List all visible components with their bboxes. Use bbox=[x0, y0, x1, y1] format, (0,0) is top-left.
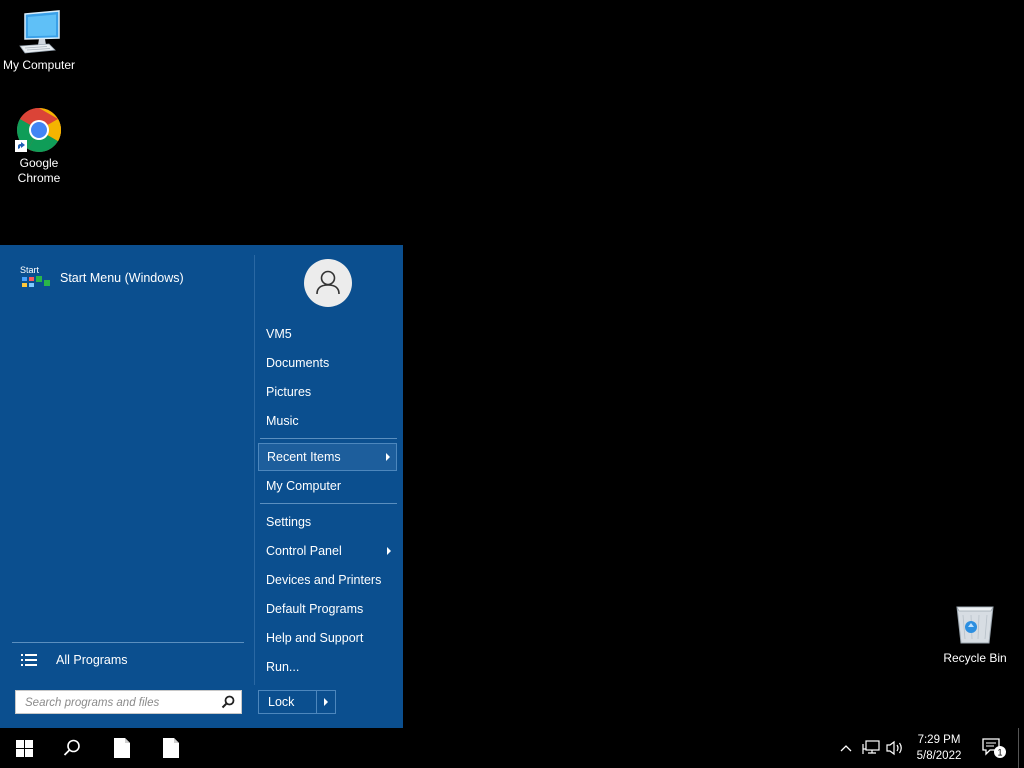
menu-item-run[interactable]: Run... bbox=[258, 654, 397, 680]
user-avatar[interactable] bbox=[304, 259, 352, 307]
show-hidden-icons-button[interactable] bbox=[836, 728, 856, 768]
menu-item-label: Pictures bbox=[266, 385, 312, 399]
windows-start-icon bbox=[15, 739, 33, 757]
taskbar: 7:29 PM 5/8/2022 1 bbox=[0, 728, 1024, 768]
start-menu: Start Start Menu (Windows) All Programs … bbox=[0, 245, 403, 728]
action-center-button[interactable]: 1 bbox=[978, 728, 1010, 768]
desktop-icon-my-computer[interactable]: My Computer bbox=[0, 8, 78, 73]
menu-item-help-and-support[interactable]: Help and Support bbox=[258, 625, 397, 651]
divider bbox=[12, 642, 244, 643]
recycle-bin-icon bbox=[951, 601, 999, 649]
menu-item-label: Run... bbox=[266, 660, 300, 674]
lock-button-label: Lock bbox=[268, 695, 295, 709]
pinned-item-label: Start Menu (Windows) bbox=[60, 271, 184, 285]
pinned-item-start-menu-windows[interactable]: Start Start Menu (Windows) bbox=[12, 261, 244, 295]
network-icon bbox=[862, 740, 880, 754]
menu-item-pictures[interactable]: Pictures bbox=[258, 379, 397, 405]
svg-text:Start: Start bbox=[20, 265, 40, 275]
menu-item-label: Settings bbox=[266, 515, 312, 529]
divider bbox=[260, 503, 397, 504]
computer-icon bbox=[15, 8, 63, 56]
notification-count: 1 bbox=[997, 748, 1002, 758]
submenu-arrow-icon bbox=[387, 547, 391, 555]
submenu-arrow-icon bbox=[386, 453, 390, 461]
desktop-icon-label: Chrome bbox=[17, 171, 61, 185]
clock-time: 7:29 PM bbox=[917, 734, 961, 746]
all-programs-button[interactable]: All Programs bbox=[12, 647, 244, 673]
lock-button[interactable]: Lock bbox=[258, 690, 336, 714]
document-icon bbox=[163, 738, 179, 758]
shortcut-arrow-icon bbox=[15, 140, 27, 152]
menu-item-music[interactable]: Music bbox=[258, 408, 397, 434]
clock-date: 5/8/2022 bbox=[916, 750, 962, 762]
menu-item-label: Control Panel bbox=[266, 544, 342, 558]
lock-options-arrow-icon[interactable] bbox=[324, 698, 328, 706]
search-input[interactable] bbox=[23, 694, 217, 712]
volume-icon bbox=[886, 740, 902, 756]
desktop-icon-label: Google bbox=[19, 156, 59, 170]
menu-item-documents[interactable]: Documents bbox=[258, 350, 397, 376]
divider bbox=[260, 438, 397, 439]
chevron-up-icon bbox=[840, 745, 852, 752]
menu-item-label: Music bbox=[266, 414, 299, 428]
start-menu-left-pane: Start Start Menu (Windows) All Programs … bbox=[0, 245, 254, 728]
user-icon bbox=[316, 270, 340, 295]
network-button[interactable] bbox=[860, 728, 882, 768]
menu-item-label: Default Programs bbox=[266, 602, 364, 616]
clock[interactable]: 7:29 PM 5/8/2022 bbox=[906, 732, 972, 764]
search-box[interactable] bbox=[15, 690, 242, 714]
menu-item-recent-items[interactable]: Recent Items bbox=[258, 443, 397, 471]
menu-item-label: VM5 bbox=[266, 327, 292, 341]
start-menu-right-pane: VM5 Documents Pictures Music Recent Item… bbox=[255, 245, 403, 728]
volume-button[interactable] bbox=[884, 728, 906, 768]
list-icon bbox=[21, 653, 37, 667]
menu-item-label: Devices and Printers bbox=[266, 573, 382, 587]
start-menu-app-icon: Start bbox=[18, 264, 52, 292]
menu-item-my-computer[interactable]: My Computer bbox=[258, 473, 397, 499]
search-icon bbox=[63, 739, 80, 756]
desktop-icon-recycle-bin[interactable]: Recycle Bin bbox=[936, 601, 1014, 666]
menu-item-vm5[interactable]: VM5 bbox=[258, 321, 397, 347]
menu-item-label: Recent Items bbox=[267, 450, 341, 464]
action-center-icon: 1 bbox=[982, 738, 1006, 758]
menu-item-devices-and-printers[interactable]: Devices and Printers bbox=[258, 567, 397, 593]
start-button[interactable] bbox=[2, 728, 46, 768]
taskbar-search-button[interactable] bbox=[50, 728, 94, 768]
taskbar-app-document-1[interactable] bbox=[100, 728, 144, 768]
show-desktop-button[interactable] bbox=[1018, 728, 1019, 768]
desktop-icon-label: My Computer bbox=[2, 58, 76, 72]
divider bbox=[316, 691, 317, 713]
all-programs-label: All Programs bbox=[56, 653, 128, 667]
menu-item-settings[interactable]: Settings bbox=[258, 509, 397, 535]
chrome-icon bbox=[15, 106, 63, 154]
menu-item-default-programs[interactable]: Default Programs bbox=[258, 596, 397, 622]
search-icon[interactable] bbox=[221, 695, 235, 709]
menu-item-control-panel[interactable]: Control Panel bbox=[258, 538, 397, 564]
document-icon bbox=[114, 738, 130, 758]
desktop-icon-google-chrome[interactable]: Google Chrome bbox=[0, 106, 78, 186]
menu-item-label: Help and Support bbox=[266, 631, 364, 645]
menu-item-label: My Computer bbox=[266, 479, 342, 493]
menu-item-label: Documents bbox=[266, 356, 330, 370]
taskbar-app-document-2[interactable] bbox=[149, 728, 193, 768]
desktop-icon-label: Recycle Bin bbox=[943, 651, 1007, 665]
